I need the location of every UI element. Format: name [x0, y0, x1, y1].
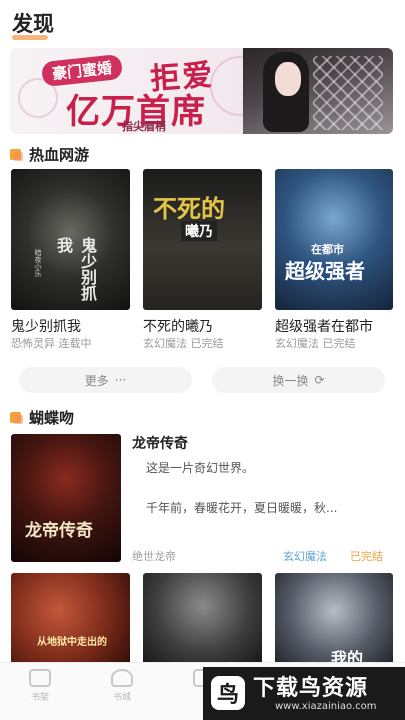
book-title[interactable]: 超级强者在都市	[275, 316, 373, 336]
book-meta: 玄幻魔法 已完结	[275, 337, 356, 350]
book-cover[interactable]: 鬼少别抓我 暗夜小乐	[11, 169, 130, 310]
section-header: 热血网游	[10, 144, 89, 165]
refresh-icon: ⟳	[314, 373, 325, 387]
featured-book-description: 这是一片奇幻世界。	[146, 461, 255, 475]
bookstore-icon	[111, 669, 133, 687]
watermark: 鸟 下载鸟资源 www.xiazainiao.com	[203, 667, 405, 720]
section-header: 蝴蝶吻	[10, 407, 74, 428]
book-cover[interactable]: 我的	[275, 573, 393, 667]
tab-label: 书城	[112, 693, 131, 703]
cover-author: 暗夜小乐	[34, 249, 42, 277]
section-icon	[10, 412, 23, 424]
promo-banner[interactable]: 豪门蜜婚 拒爱 亿万首席 指尖眉梢	[10, 48, 393, 134]
book-cover[interactable]: 从地狱中走出的	[11, 573, 130, 667]
banner-author: 指尖眉梢	[122, 120, 166, 133]
featured-book-description: 千年前，春暖花开，夏日暖暖，秋...	[146, 501, 338, 515]
cover-subtitle: 曦乃	[181, 221, 217, 241]
more-label: 更多	[84, 373, 109, 388]
watermark-title: 下载鸟资源	[253, 676, 369, 701]
book-cover[interactable]: 不死的 曦乃	[143, 169, 262, 310]
featured-book-status: 已完结	[350, 550, 383, 563]
cover-subtitle: 在都市	[311, 243, 344, 256]
watermark-logo: 鸟	[211, 676, 245, 710]
page-title: 发现	[12, 12, 54, 36]
banner-character-face	[275, 62, 301, 96]
more-button[interactable]: 更多 ···	[19, 367, 192, 393]
banner-tag: 豪门蜜婚	[40, 53, 124, 88]
book-cover[interactable]	[143, 573, 262, 667]
refresh-button[interactable]: 换一换 ⟳	[212, 367, 385, 393]
ellipsis-icon: ···	[114, 373, 127, 387]
book-title[interactable]: 鬼少别抓我	[11, 316, 81, 336]
section-title: 热血网游	[29, 146, 90, 164]
featured-book-title[interactable]: 龙帝传奇	[132, 433, 188, 453]
bookshelf-icon	[29, 669, 51, 687]
tab-bookstore[interactable]: 书城	[92, 669, 152, 703]
tab-label: 书架	[30, 693, 49, 703]
cover-title: 从地狱中走出的	[37, 637, 107, 648]
book-cover[interactable]: 超级强者 在都市	[275, 169, 393, 310]
cover-title: 不死的	[153, 195, 225, 223]
banner-fence-pattern	[313, 56, 383, 130]
tab-bookshelf[interactable]: 书架	[10, 669, 70, 703]
cover-title: 龙帝传奇	[25, 521, 93, 541]
section-icon	[10, 149, 23, 161]
cover-title: 超级强者	[285, 259, 365, 283]
featured-book-cover[interactable]: 龙帝传奇	[11, 434, 121, 562]
cover-title: 鬼少别抓我	[54, 237, 97, 301]
refresh-label: 换一换	[272, 373, 309, 388]
book-meta: 玄幻魔法 已完结	[143, 337, 224, 350]
title-underline	[12, 35, 48, 40]
featured-book-author: 绝世龙帝	[132, 550, 176, 563]
featured-book-genre: 玄幻魔法	[283, 550, 327, 563]
watermark-url: www.xiazainiao.com	[275, 701, 377, 712]
book-title[interactable]: 不死的曦乃	[143, 316, 213, 336]
section-title: 蝴蝶吻	[29, 409, 75, 427]
book-meta: 恐怖灵异 连载中	[11, 337, 92, 350]
